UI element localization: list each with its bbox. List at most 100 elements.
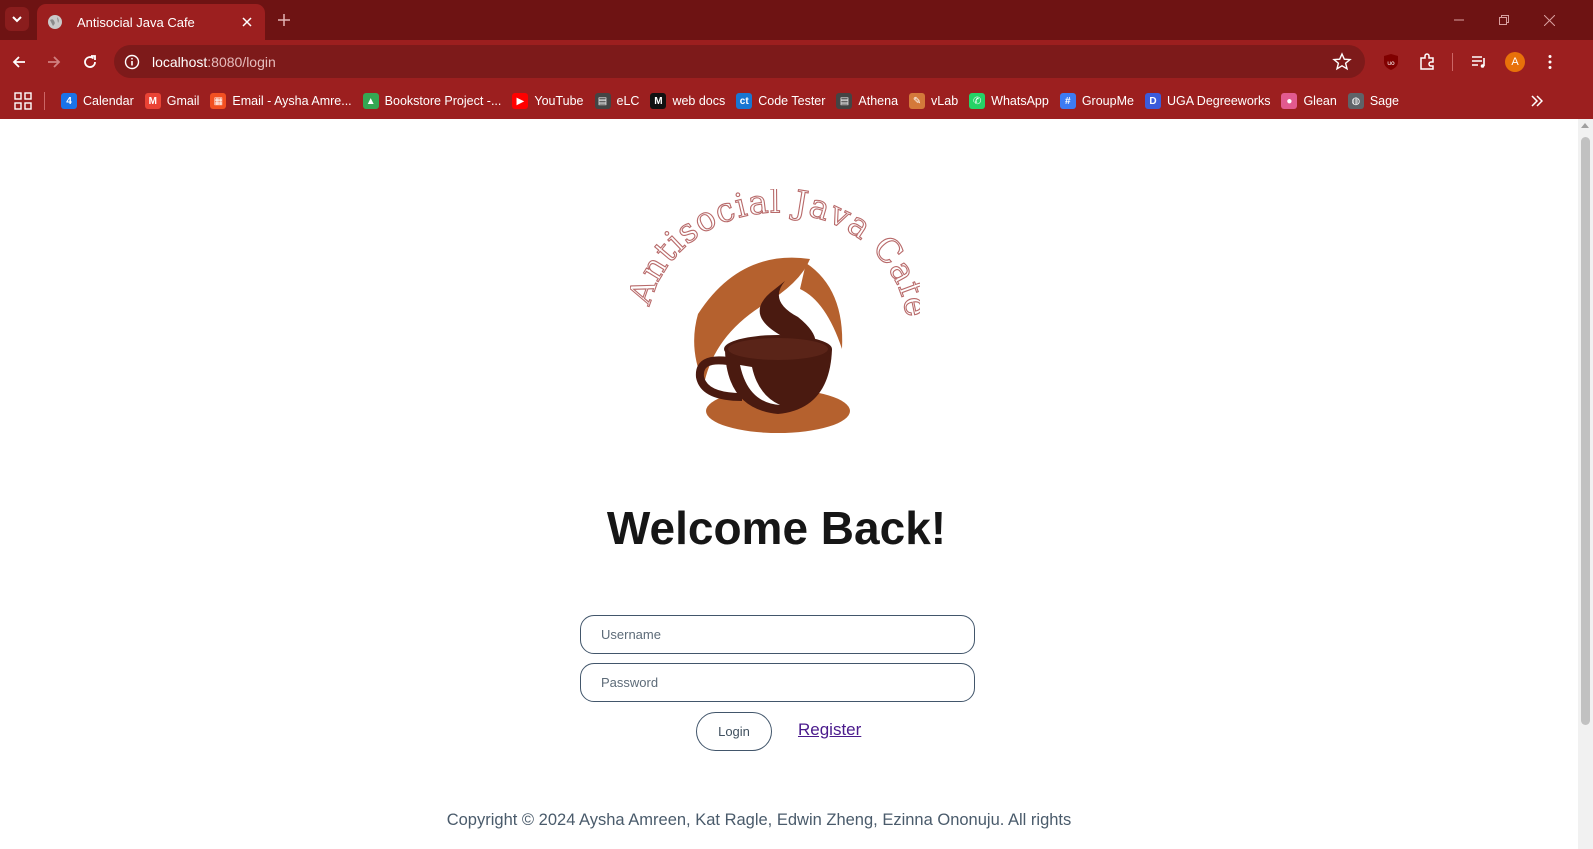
media-controls-button[interactable] [1468, 51, 1490, 73]
arrow-right-icon [48, 56, 61, 68]
browser-toolbar: localhost:8080/login uo A [0, 40, 1593, 83]
tab-title: Antisocial Java Cafe [77, 14, 195, 30]
bookmark-item[interactable]: ▲ Bookstore Project -... [360, 87, 508, 115]
bookmark-label: Glean [1303, 94, 1337, 108]
page-title: Welcome Back! [606, 502, 947, 554]
bookmark-label: GroupMe [1081, 94, 1134, 108]
bookmark-item[interactable]: # GroupMe [1057, 87, 1140, 115]
calendar-icon: 4 [61, 93, 77, 109]
bookmark-label: Calendar [83, 94, 134, 108]
more-bookmarks-button[interactable] [1528, 92, 1546, 110]
bookmark-item[interactable]: M Gmail [142, 87, 206, 115]
page-scrollbar[interactable] [1578, 119, 1593, 849]
bookmark-label: Sage [1369, 94, 1400, 108]
bookmark-label: WhatsApp [991, 94, 1049, 108]
globe-icon [48, 15, 62, 29]
back-button[interactable] [8, 51, 30, 73]
close-tab-icon[interactable] [239, 14, 255, 30]
bookmark-label: vLab [931, 94, 959, 108]
url-host: localhost [152, 53, 208, 70]
drive-icon: ▲ [362, 93, 379, 109]
tab-strip: Antisocial Java Cafe [0, 0, 1593, 40]
forward-button[interactable] [43, 51, 65, 73]
bookmark-list: 4 Calendar M Gmail ▦ Email - Aysha Amre... ▲ Bo… [58, 83, 1407, 119]
bookmark-item[interactable]: ct Code Tester [733, 87, 831, 115]
bookmark-label: Email - Aysha Amre... [232, 94, 352, 108]
bookmark-item[interactable]: ✎ vLab [906, 87, 964, 115]
login-button[interactable]: Login [696, 712, 772, 751]
ublock-icon: uo [1384, 54, 1398, 70]
puzzle-icon [1420, 53, 1434, 70]
bookmark-label: Bookstore Project -... [384, 94, 502, 108]
bookmark-label: Code Tester [758, 94, 826, 108]
reload-icon [84, 55, 96, 68]
url-path: :8080/login [207, 53, 276, 70]
active-tab[interactable]: Antisocial Java Cafe [37, 4, 265, 40]
chevron-down-icon [12, 16, 22, 23]
groupme-icon: # [1059, 93, 1076, 109]
bookmark-item[interactable]: Mweb docs [647, 87, 731, 115]
microsoft-icon: ▦ [210, 93, 227, 109]
bookmark-item[interactable]: 4 Calendar [58, 87, 140, 115]
username-input[interactable] [580, 615, 975, 654]
bookmark-item[interactable]: ▦ Email - Aysha Amre... [207, 87, 357, 115]
minimize-icon [1454, 19, 1464, 21]
restore-button[interactable] [1494, 10, 1514, 30]
bookmark-label: Athena [858, 94, 899, 108]
glean-icon: ● [1281, 93, 1298, 109]
bookmark-label: eLC [616, 94, 640, 108]
restore-icon [1499, 15, 1509, 25]
scroll-up-arrow-icon[interactable] [1581, 123, 1589, 128]
mdn-icon: M [650, 93, 667, 109]
bookmark-label: Gmail [166, 94, 200, 108]
plus-icon [278, 14, 290, 26]
bookmark-item[interactable]: ◍ Sage [1345, 87, 1405, 115]
tab-search-button[interactable] [5, 7, 29, 31]
site-info-icon[interactable] [124, 54, 140, 70]
password-input[interactable] [580, 663, 975, 702]
bookmark-star-icon[interactable] [1332, 52, 1352, 72]
athena-icon: ▤ [836, 93, 853, 109]
bookmarks-bar: 4 Calendar M Gmail ▦ Email - Aysha Amre... ▲ Bo… [0, 83, 1593, 119]
whatsapp-icon: ✆ [969, 93, 986, 109]
scrollbar-thumb[interactable] [1581, 137, 1590, 725]
bookmark-item[interactable]: ✆ WhatsApp [966, 87, 1055, 115]
close-window-button[interactable] [1539, 10, 1559, 30]
close-icon [1543, 14, 1555, 26]
bookmarks-separator [44, 92, 45, 110]
bookmark-label: web docs [672, 94, 726, 108]
ublock-extension-button[interactable]: uo [1380, 51, 1402, 73]
browser-menu-button[interactable] [1539, 51, 1561, 73]
bookmark-item[interactable]: ● Glean [1278, 87, 1342, 115]
double-chevron-right-icon [1531, 95, 1543, 107]
bookmark-item[interactable]: ▤ Athena [833, 87, 904, 115]
extensions-button[interactable] [1416, 51, 1438, 73]
minimize-button[interactable] [1449, 10, 1469, 30]
cafe-logo: Antisocial Java Cafe [630, 189, 920, 433]
bookmark-label: UGA Degreeworks [1166, 94, 1271, 108]
playlist-icon [1472, 56, 1485, 68]
address-bar[interactable]: localhost:8080/login [114, 45, 1365, 78]
more-vertical-icon [1548, 55, 1552, 69]
toolbar-separator [1452, 53, 1453, 71]
apps-grid-icon[interactable] [14, 92, 32, 110]
code-tester-icon: ct [736, 93, 753, 109]
bookmark-item[interactable]: D UGA Degreeworks [1142, 87, 1277, 115]
svg-text:uo: uo [1387, 60, 1395, 67]
youtube-icon: ▶ [512, 93, 529, 109]
profile-avatar[interactable]: A [1505, 52, 1525, 72]
elc-icon: ▤ [594, 93, 611, 109]
bookmark-label: YouTube [534, 94, 584, 108]
vlab-icon: ✎ [909, 93, 926, 109]
new-tab-button[interactable] [274, 10, 294, 30]
bookmark-item[interactable]: ▤ eLC [592, 87, 646, 115]
gmail-icon: M [144, 93, 161, 109]
bookmark-item[interactable]: ▶ YouTube [509, 87, 589, 115]
sage-icon: ◍ [1347, 93, 1364, 109]
register-link[interactable]: Register [798, 720, 861, 740]
copyright-text: Copyright © 2024 Aysha Amreen, Kat Ragle… [446, 811, 1072, 829]
reload-button[interactable] [79, 51, 101, 73]
arrow-left-icon [12, 56, 25, 68]
degreeworks-icon: D [1144, 93, 1161, 109]
page-viewport: Antisocial Java Cafe Welcome Back! Login… [0, 119, 1593, 849]
